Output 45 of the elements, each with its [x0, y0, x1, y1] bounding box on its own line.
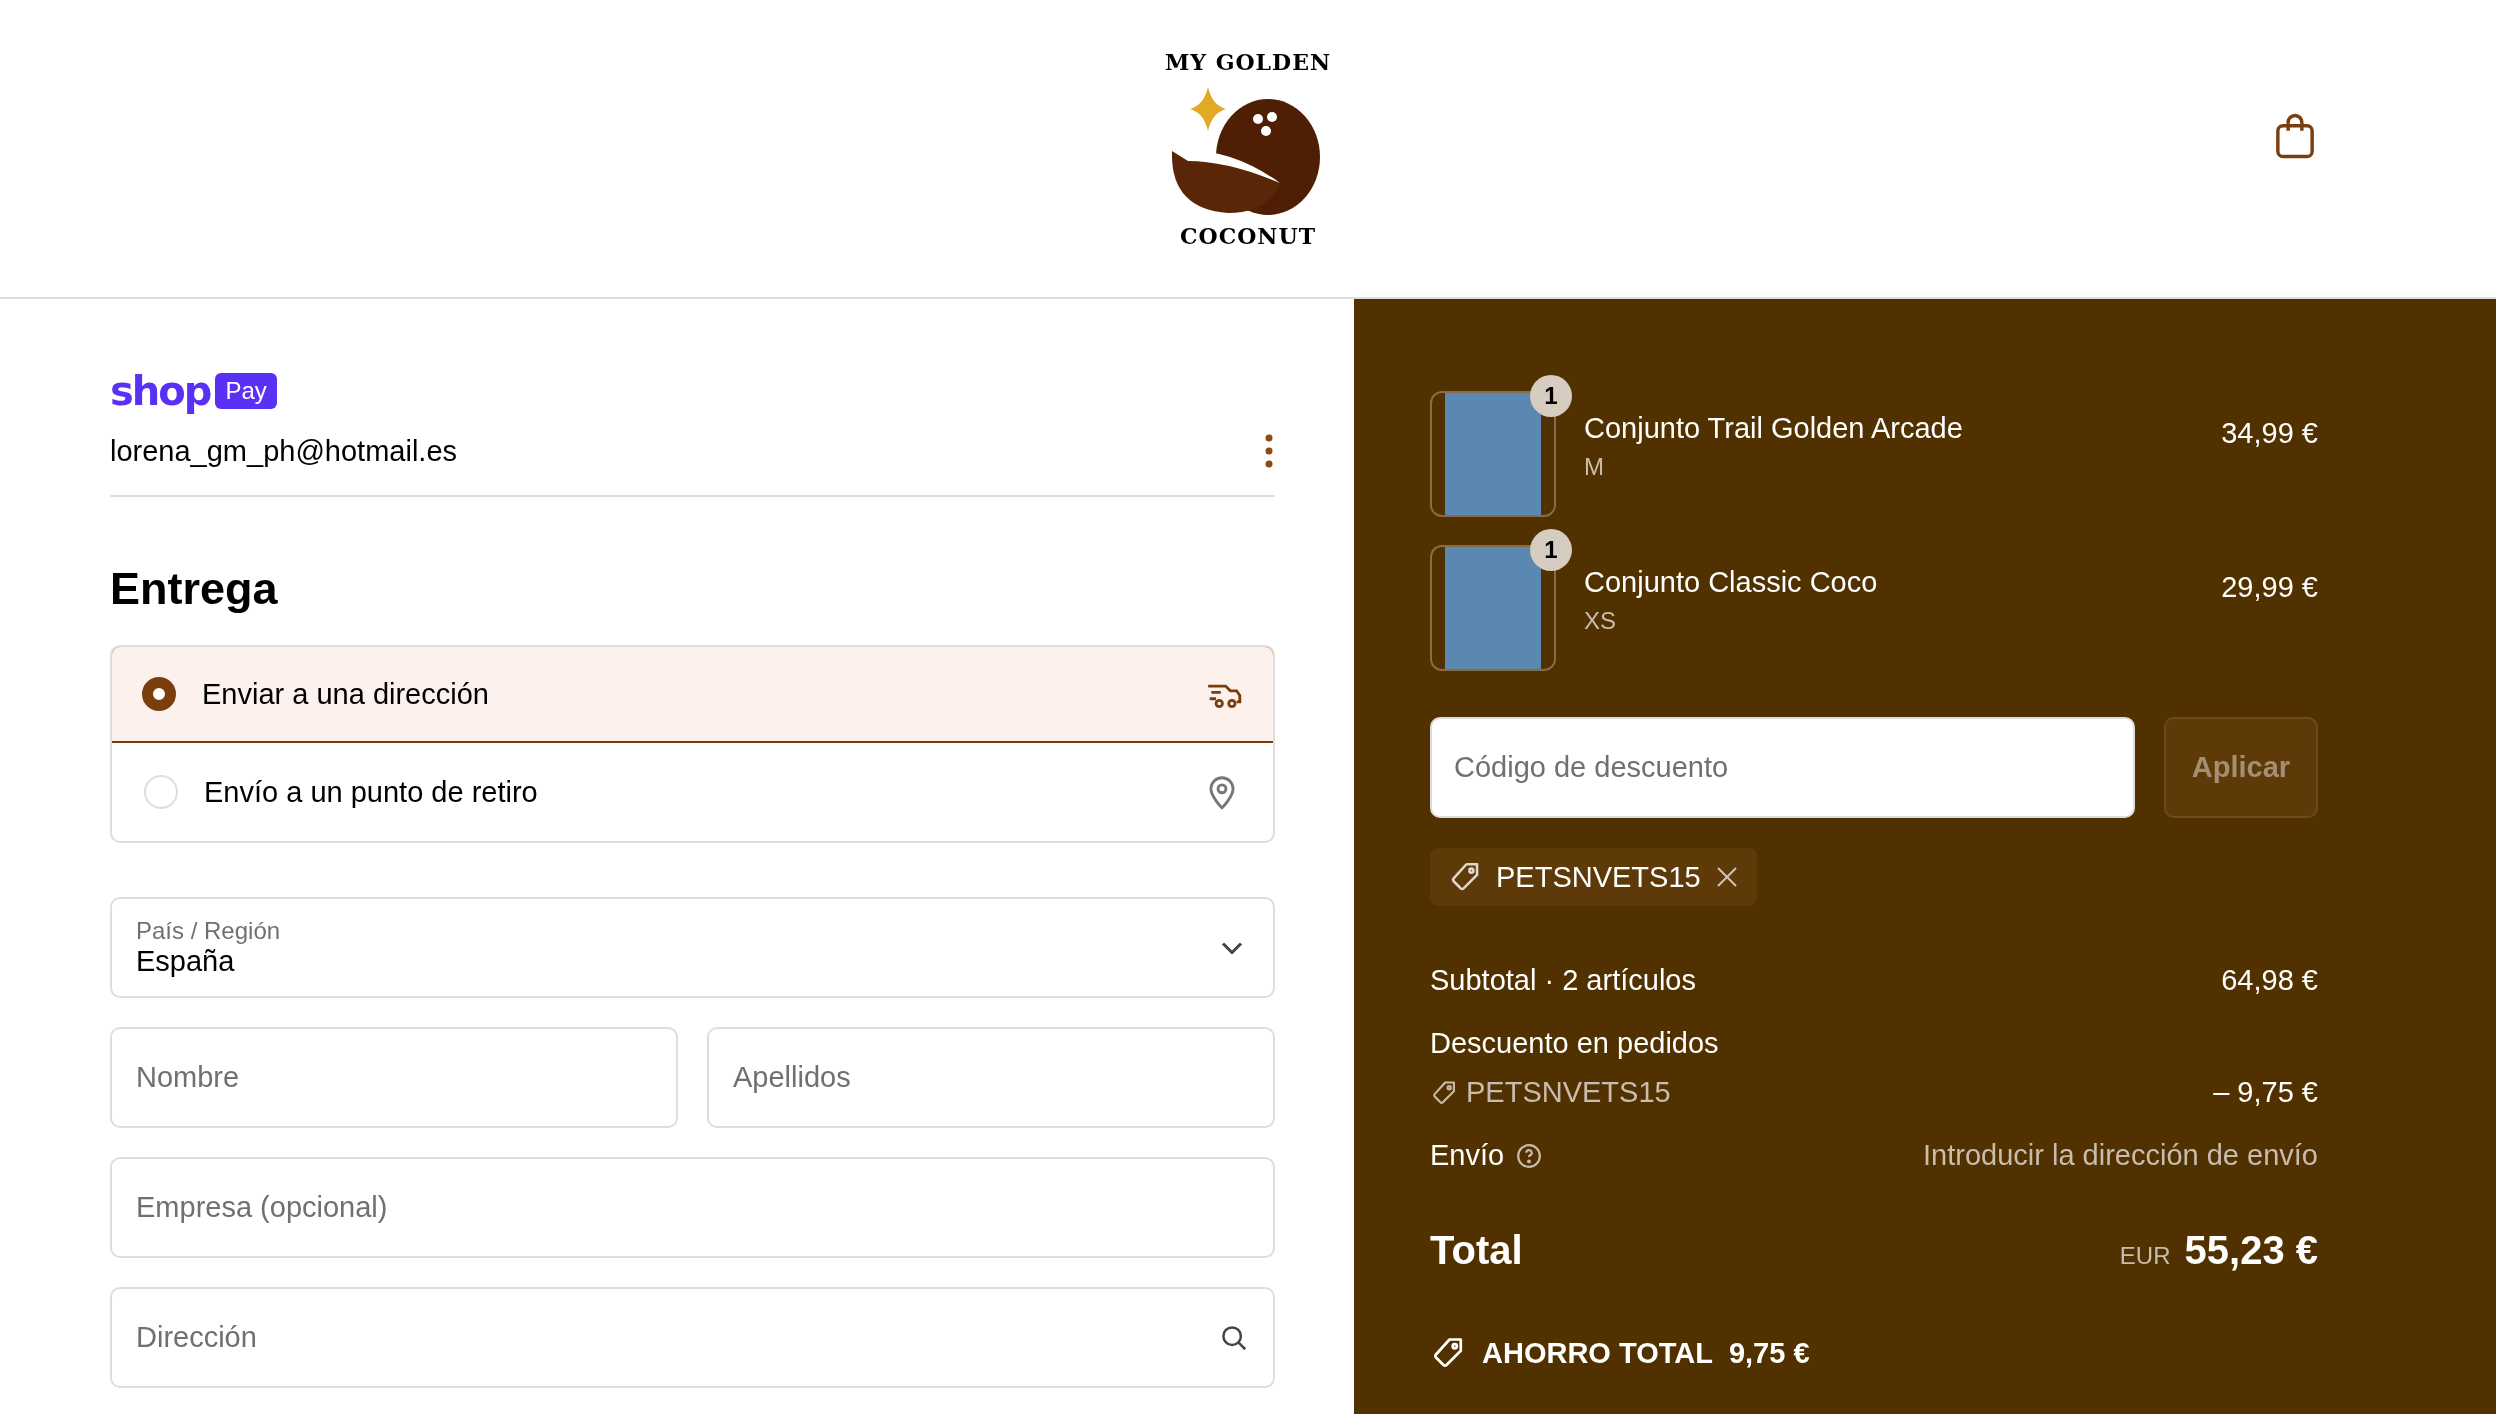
subtotal-value: 64,98 € [2221, 964, 2318, 997]
quantity-badge: 1 [1530, 529, 1572, 571]
section-heading: Entrega [110, 563, 279, 615]
input-field[interactable]: Apellidos [707, 1027, 1275, 1128]
shipping-label: Envío [1430, 1139, 1505, 1172]
option-label: Enviar a una dirección [202, 677, 490, 711]
close-icon[interactable] [1714, 865, 1739, 889]
discount-label: Descuento en pedidos [1430, 1027, 1719, 1060]
address-field[interactable]: Dirección [110, 1287, 1275, 1388]
product-variant: M [1584, 452, 1605, 481]
input-field[interactable]: Nombre [110, 1027, 678, 1128]
product-variant: XS [1584, 606, 1617, 635]
discount-code: PETSNVETS15 [1496, 860, 1701, 894]
discount-value: – 9,75 € [2213, 1076, 2318, 1109]
shopping-bag-icon[interactable] [2274, 112, 2316, 160]
field-label: País / Región [136, 917, 282, 945]
delivery-option[interactable]: Envío a un punto de retiro [112, 743, 1273, 841]
delivery-option[interactable]: Enviar a una dirección [112, 647, 1273, 743]
more-options-icon[interactable] [1263, 433, 1275, 469]
product-price: 34,99 € [2221, 417, 2318, 450]
currency-code: EUR [2119, 1242, 2171, 1269]
discount-code: PETSNVETS15 [1466, 1076, 1671, 1109]
field-placeholder: Dirección [136, 1321, 258, 1354]
option-label: Envío a un punto de retiro [204, 775, 539, 809]
country-select[interactable]: País / Región España [110, 897, 1275, 998]
radio-button[interactable] [142, 677, 176, 711]
tag-icon [1430, 1078, 1458, 1107]
chevron-down-icon [1221, 941, 1243, 954]
logo-text: COCONUT [1180, 222, 1316, 249]
product-price: 29,99 € [2221, 571, 2318, 604]
field-value: España [136, 945, 236, 978]
savings-value: 9,75 € [1728, 1336, 1810, 1370]
account-email: lorena_gm_ph@hotmail.es [110, 434, 458, 468]
input-field[interactable]: Empresa (opcional) [110, 1157, 1275, 1258]
logo-text: MY GOLDEN [1164, 48, 1332, 75]
savings-label: AHORRO TOTAL [1482, 1336, 1713, 1370]
pay-badge: Pay [215, 373, 277, 409]
total-label: Total [1430, 1228, 1523, 1273]
quantity-badge: 1 [1530, 375, 1572, 417]
subtotal-label: Subtotal · 2 artículos [1430, 964, 1696, 997]
shipping-value: Introducir la dirección de envío [1923, 1139, 2318, 1172]
product-name: Conjunto Classic Coco [1584, 565, 1879, 599]
total-value: 55,23 € [2184, 1228, 2318, 1272]
help-icon[interactable] [1516, 1142, 1543, 1169]
product-name: Conjunto Trail Golden Arcade [1584, 411, 1964, 445]
